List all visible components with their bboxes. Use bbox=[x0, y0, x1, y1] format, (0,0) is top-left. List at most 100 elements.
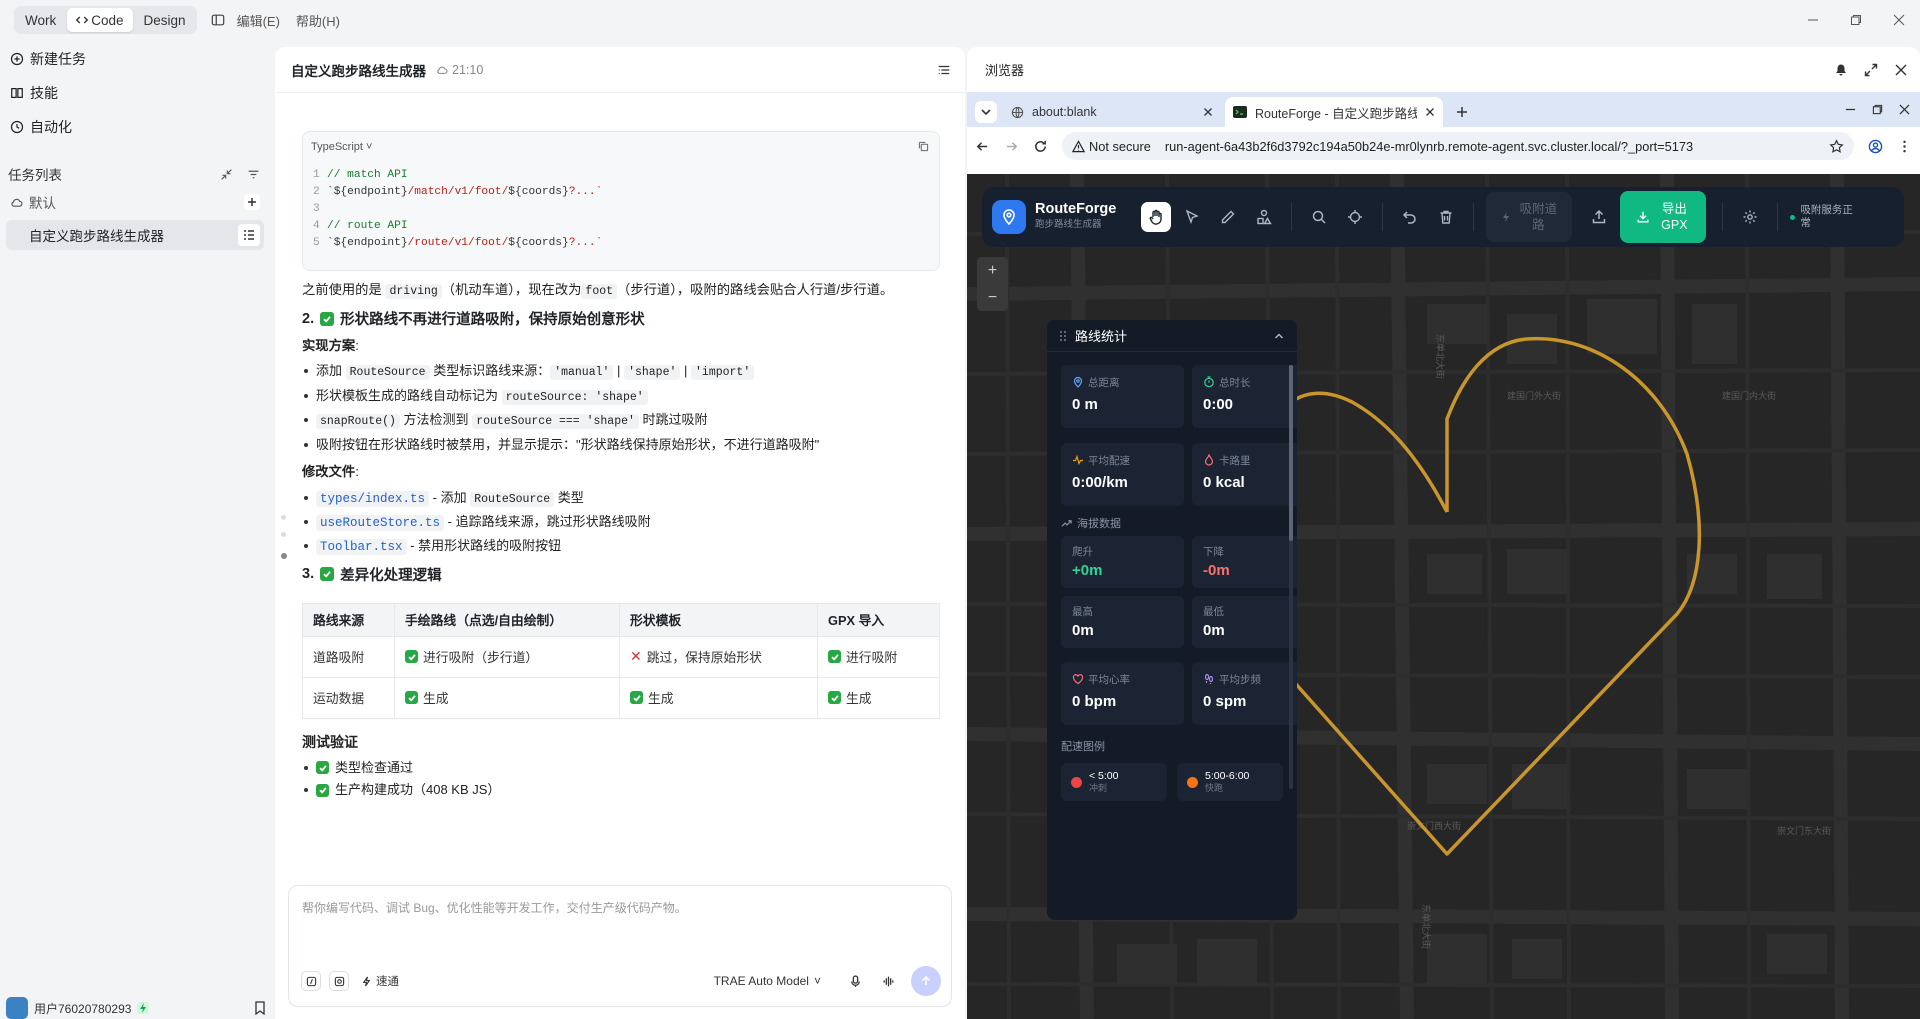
add-task-icon[interactable] bbox=[244, 194, 260, 210]
elev-card-loss: 下降 -0m bbox=[1192, 536, 1297, 588]
collapse-icon[interactable] bbox=[220, 168, 233, 181]
security-indicator[interactable]: Not secure bbox=[1072, 139, 1151, 154]
url-field[interactable]: Not secure run-agent-6a43b2f6d3792c194a5… bbox=[1062, 132, 1854, 160]
map-view[interactable]: 建国门内大街 建国门外大街 崇文门西大街 崇文门东大街 东单北大街 东单北大街 … bbox=[967, 174, 1920, 1019]
delete-button[interactable] bbox=[1431, 202, 1461, 232]
send-button[interactable] bbox=[911, 966, 941, 996]
task-item[interactable]: 自定义跑步路线生成器 bbox=[6, 220, 264, 250]
restore-icon[interactable] bbox=[1834, 0, 1877, 40]
table-cell: 进行吸附 bbox=[817, 635, 940, 678]
settings-button[interactable] bbox=[1735, 202, 1765, 232]
user-profile[interactable]: 用户76020780293 bbox=[6, 997, 266, 1019]
outline-icon[interactable] bbox=[937, 63, 951, 77]
code-path: /route/v1/foot/ bbox=[407, 237, 509, 249]
chat-panel: 自定义跑步路线生成器 21:10 TypeScript ˅ 1 // match … bbox=[275, 47, 965, 1019]
warning-icon bbox=[1072, 139, 1085, 153]
text: 类型检查通过 bbox=[335, 759, 414, 775]
file-link[interactable]: Toolbar.tsx bbox=[316, 538, 407, 555]
drag-handle-icon[interactable] bbox=[1059, 330, 1067, 342]
star-icon[interactable] bbox=[1829, 138, 1844, 154]
close-tab-icon[interactable] bbox=[1425, 107, 1435, 117]
new-tab-icon[interactable] bbox=[1455, 105, 1469, 119]
code-token: `${endpoint} bbox=[327, 186, 408, 198]
text: 添加 bbox=[316, 363, 343, 378]
task-list-icon[interactable] bbox=[238, 224, 260, 246]
mode-code[interactable]: Code bbox=[67, 8, 133, 32]
speed-mode[interactable]: 速通 bbox=[361, 973, 399, 989]
sidebar-item-skills[interactable]: 技能 bbox=[0, 78, 270, 108]
restore-icon[interactable] bbox=[1872, 104, 1883, 115]
inline-code: routeSource === 'shape' bbox=[472, 414, 639, 429]
expand-icon[interactable] bbox=[1864, 63, 1878, 77]
mode-design[interactable]: Design bbox=[135, 8, 195, 32]
zoom-out-button[interactable]: − bbox=[988, 289, 997, 307]
upload-button[interactable] bbox=[1584, 202, 1614, 232]
code-language[interactable]: TypeScript ˅ bbox=[311, 141, 372, 153]
close-window-icon[interactable] bbox=[1877, 0, 1920, 40]
stats-header[interactable]: 路线统计 bbox=[1047, 320, 1297, 352]
file-list: types/index.ts - 添加 RouteSource 类型 useRo… bbox=[302, 488, 940, 557]
tab-about-blank[interactable]: about:blank bbox=[1003, 97, 1221, 127]
zoom-in-button[interactable]: + bbox=[988, 262, 997, 280]
file-link[interactable]: types/index.ts bbox=[316, 490, 430, 507]
stat-value: 0m bbox=[1203, 622, 1225, 639]
close-tab-icon[interactable] bbox=[1203, 107, 1213, 117]
cell-text: 进行吸附 bbox=[846, 650, 898, 665]
pan-tool[interactable] bbox=[1141, 202, 1172, 232]
scrollbar-thumb[interactable] bbox=[1289, 365, 1293, 541]
minimize-icon[interactable] bbox=[1791, 0, 1834, 40]
close-icon[interactable] bbox=[1894, 63, 1908, 77]
forward-icon[interactable] bbox=[1004, 139, 1019, 154]
sidebar-toggle-icon[interactable] bbox=[211, 13, 225, 27]
back-icon[interactable] bbox=[975, 139, 990, 154]
close-window-icon[interactable] bbox=[1899, 104, 1910, 115]
chat-title: 自定义跑步路线生成器 bbox=[291, 63, 426, 79]
image-button[interactable] bbox=[329, 971, 349, 991]
locate-tool[interactable] bbox=[1340, 202, 1370, 232]
search-tool[interactable] bbox=[1304, 202, 1334, 232]
legend-label: < 5:00 bbox=[1089, 770, 1119, 782]
sidebar-item-label: 自动化 bbox=[30, 119, 72, 135]
sidebar-item-automation[interactable]: 自动化 bbox=[0, 112, 270, 142]
context-button[interactable] bbox=[301, 971, 321, 991]
task-group-default[interactable]: 默认 bbox=[0, 188, 270, 216]
select-tool[interactable] bbox=[1177, 202, 1207, 232]
bell-icon[interactable] bbox=[1834, 63, 1848, 77]
draw-tool[interactable] bbox=[1213, 202, 1243, 232]
more-icon[interactable] bbox=[1897, 139, 1912, 154]
table-header: 手绘路线（点选/自由绘制） bbox=[394, 602, 620, 637]
copy-icon[interactable] bbox=[918, 141, 929, 152]
snap-road-button[interactable]: 吸附道路 bbox=[1486, 192, 1573, 242]
mode-work[interactable]: Work bbox=[16, 8, 65, 32]
menu-edit[interactable]: 编辑(E) bbox=[237, 11, 280, 30]
tab-label: about:blank bbox=[1032, 105, 1097, 119]
speed-label: 速通 bbox=[376, 976, 399, 988]
code-content: 1// match API 2 `${endpoint}/match/v1/foo… bbox=[313, 167, 602, 252]
street-label: 建国门内大街 bbox=[1722, 390, 1776, 402]
sidebar-item-new-task[interactable]: 新建任务 bbox=[0, 44, 270, 74]
stat-card-heart-rate: 平均心率 0 bpm bbox=[1061, 662, 1184, 725]
browser-header: 浏览器 bbox=[967, 47, 1920, 92]
stats-scrollbar[interactable] bbox=[1289, 365, 1293, 789]
export-gpx-button[interactable]: 导出 GPX bbox=[1620, 191, 1707, 243]
section-number: 2. bbox=[302, 310, 315, 327]
chevron-up-icon[interactable] bbox=[1273, 330, 1285, 342]
undo-button[interactable] bbox=[1395, 202, 1425, 232]
chat-input[interactable]: 帮你编写代码、调试 Bug、优化性能等开发工作，交付生产级代码产物。 速通 TR… bbox=[288, 885, 952, 1007]
file-link[interactable]: useRouteStore.ts bbox=[316, 515, 445, 531]
elev-card-min: 最低 0m bbox=[1192, 596, 1297, 648]
menu-help[interactable]: 帮助(H) bbox=[296, 11, 340, 30]
checkbox-icon bbox=[320, 567, 335, 581]
shapes-tool[interactable] bbox=[1249, 202, 1279, 232]
filter-icon[interactable] bbox=[247, 168, 260, 181]
reload-icon[interactable] bbox=[1033, 139, 1048, 154]
microphone-icon[interactable] bbox=[849, 974, 862, 988]
bookmark-icon[interactable] bbox=[254, 1001, 266, 1015]
model-selector[interactable]: TRAE Auto Model ˅ bbox=[714, 974, 821, 988]
tab-list-chevron-icon[interactable] bbox=[975, 101, 997, 123]
table-cell: ✕ 跳过，保持原始形状 bbox=[619, 635, 818, 678]
tab-routeforge[interactable]: RouteForge - 自定义跑步路线 bbox=[1225, 97, 1443, 127]
waveform-icon[interactable] bbox=[882, 975, 895, 988]
profile-icon[interactable] bbox=[1868, 139, 1883, 154]
minimize-icon[interactable] bbox=[1845, 104, 1856, 115]
